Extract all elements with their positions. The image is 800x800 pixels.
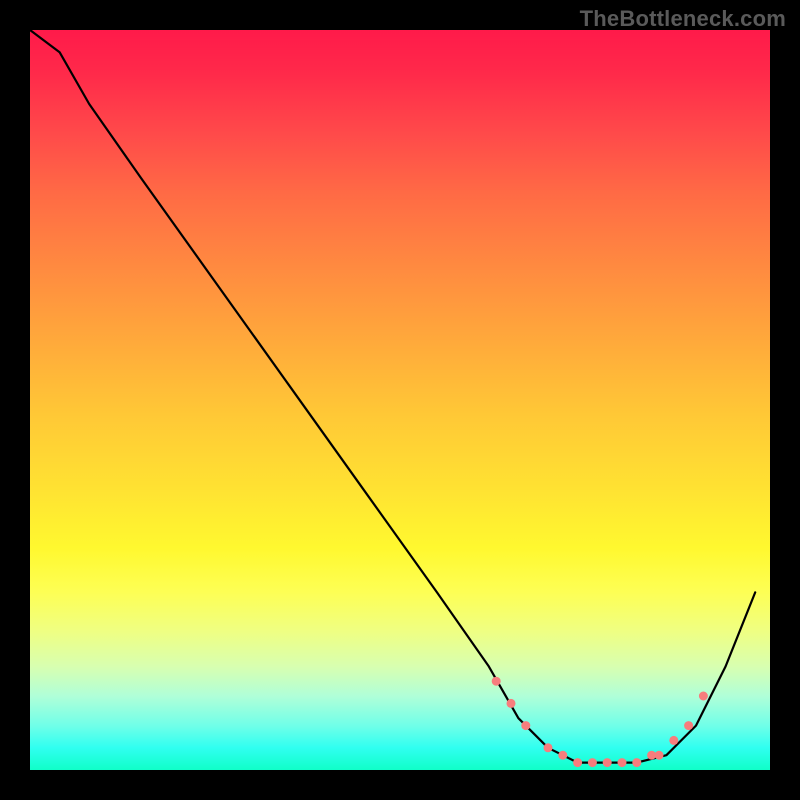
attribution-text: TheBottleneck.com <box>580 6 786 32</box>
curve-svg <box>30 30 770 770</box>
chart-container: { "attribution": "TheBottleneck.com", "c… <box>0 0 800 800</box>
trough-dot <box>573 758 582 767</box>
trough-dot <box>618 758 627 767</box>
trough-markers <box>492 677 708 767</box>
trough-dot <box>655 751 664 760</box>
trough-dot <box>521 721 530 730</box>
trough-dot <box>558 751 567 760</box>
plot-area <box>30 30 770 770</box>
trough-dot <box>669 736 678 745</box>
trough-dot <box>647 751 656 760</box>
trough-dot <box>492 677 501 686</box>
trough-dot <box>544 743 553 752</box>
trough-dot <box>699 692 708 701</box>
trough-dot <box>507 699 516 708</box>
trough-dot <box>588 758 597 767</box>
trough-dot <box>632 758 641 767</box>
trough-dot <box>603 758 612 767</box>
bottleneck-curve <box>30 30 755 763</box>
trough-dot <box>684 721 693 730</box>
